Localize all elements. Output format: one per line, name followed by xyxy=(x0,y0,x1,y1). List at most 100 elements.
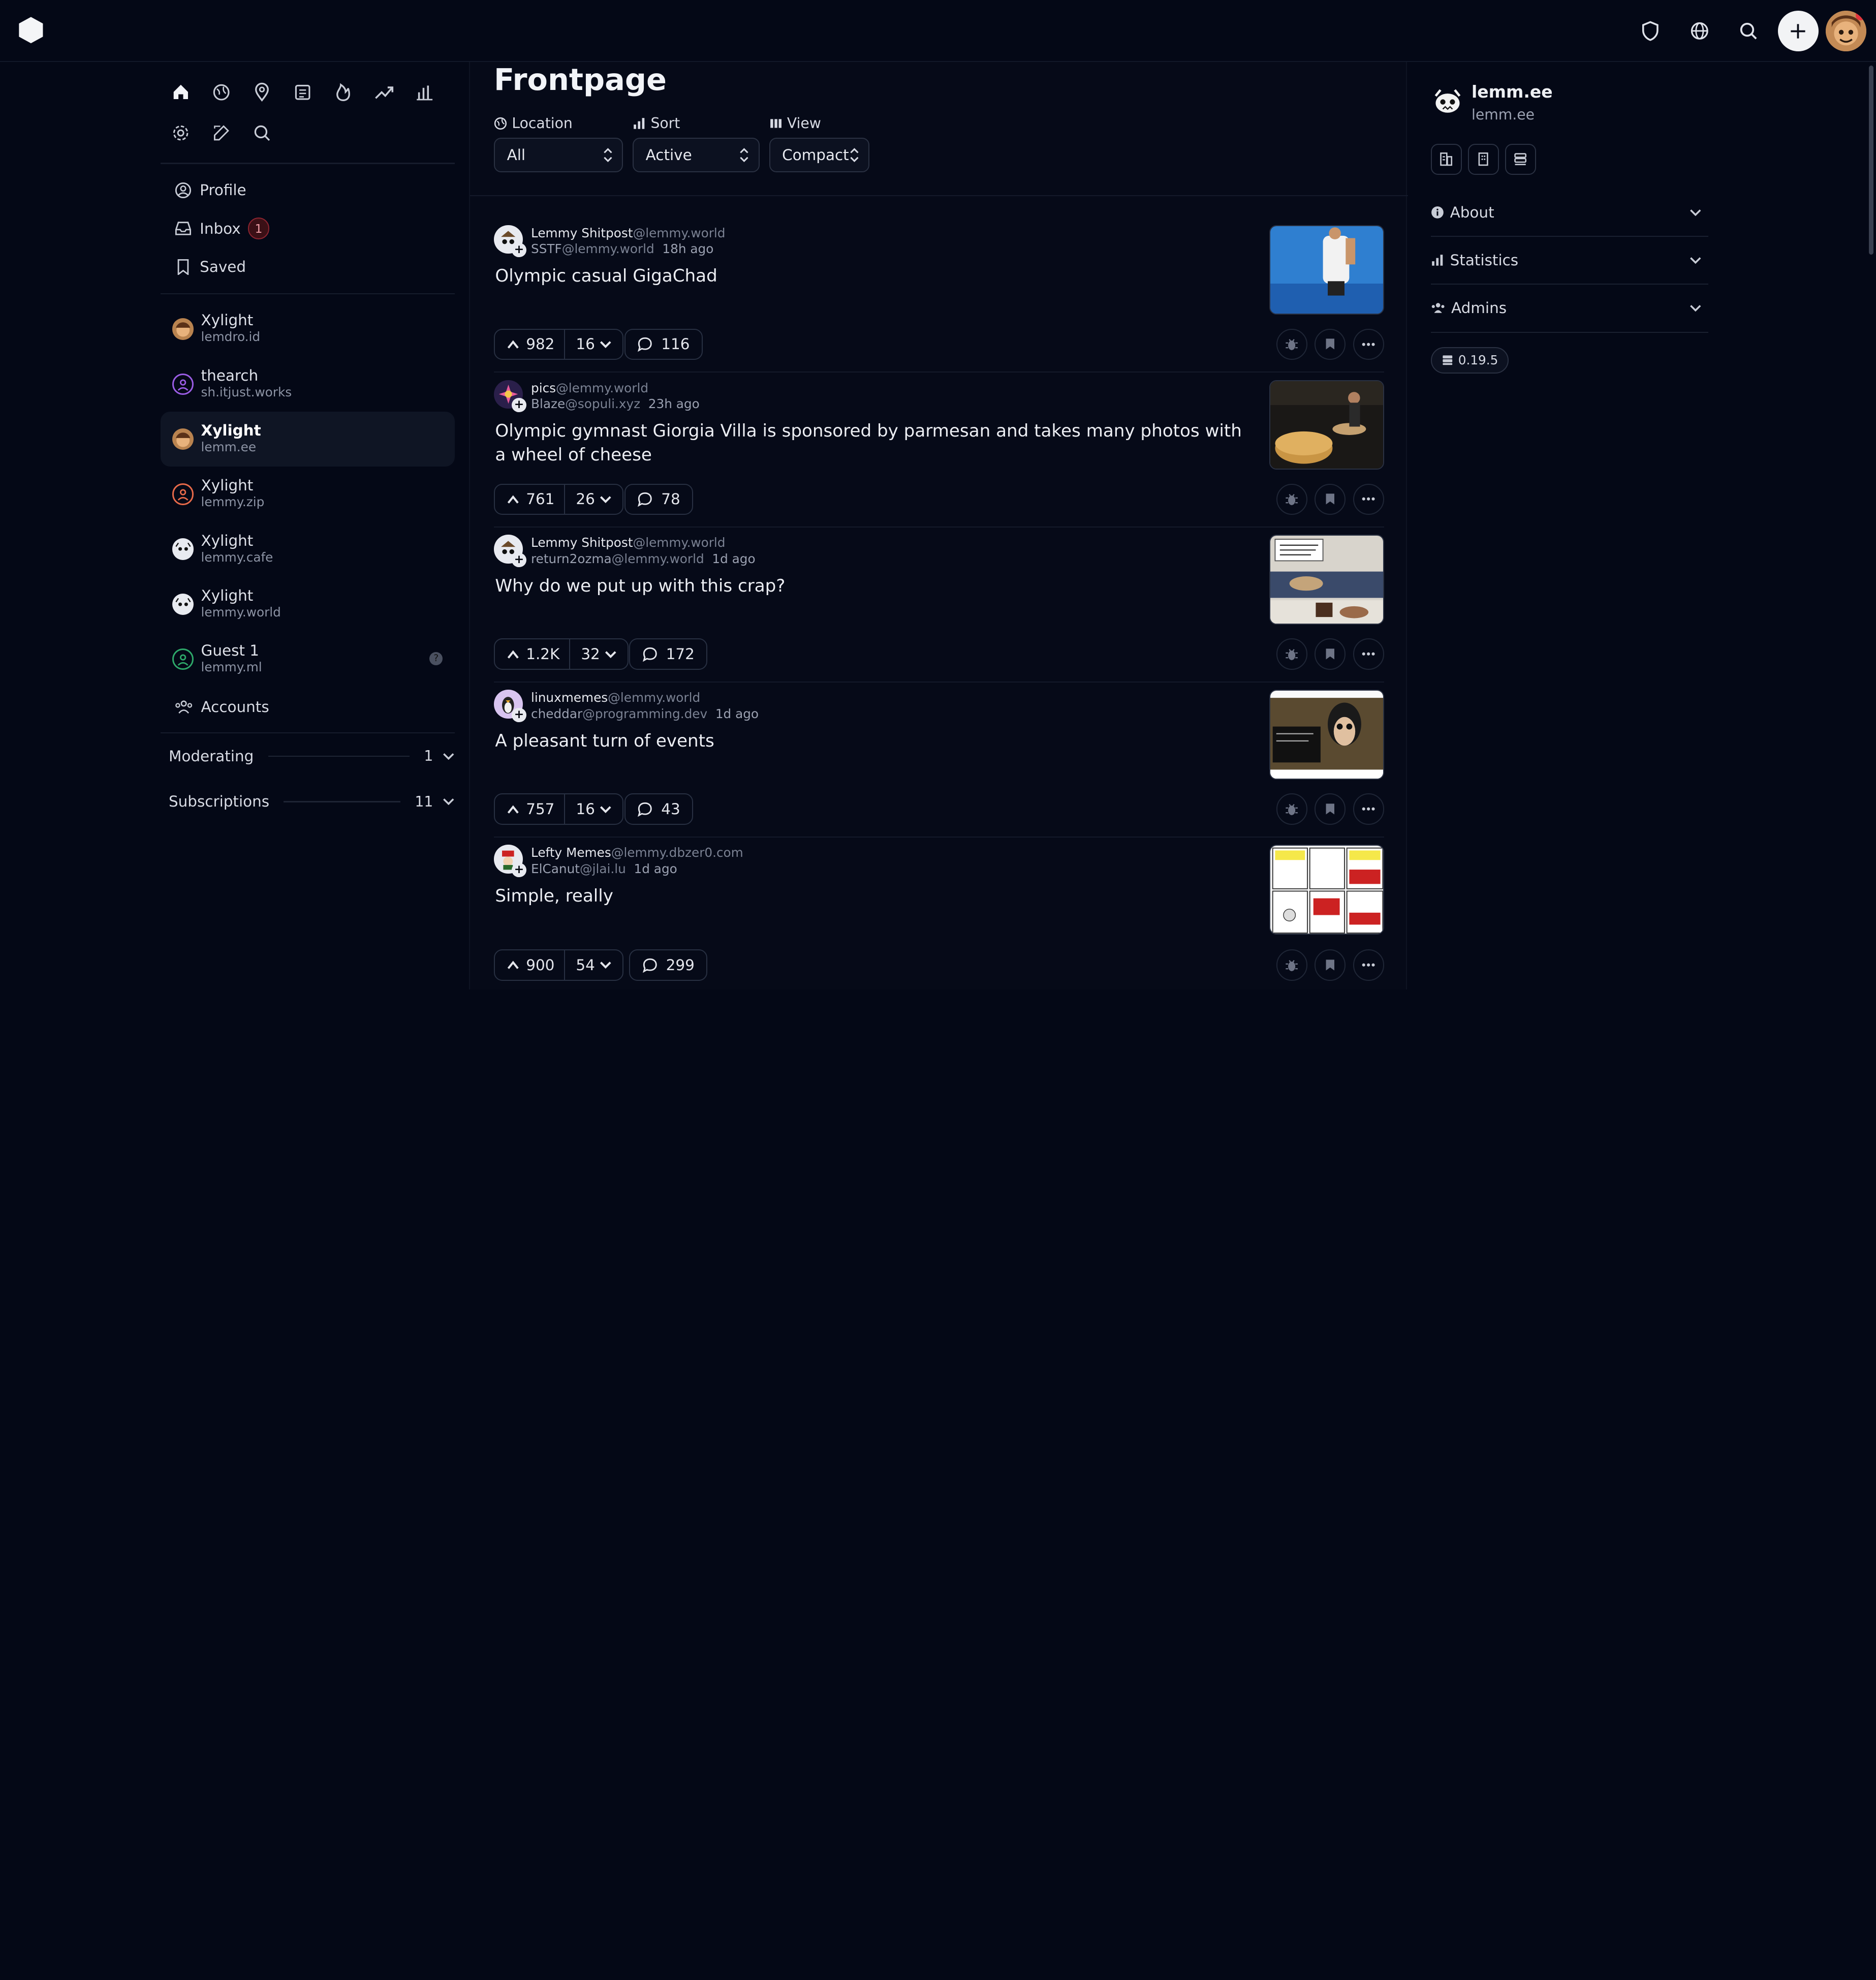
more-icon[interactable] xyxy=(1353,638,1384,670)
community-avatar[interactable]: + xyxy=(494,535,526,567)
location-select[interactable]: All xyxy=(494,137,623,172)
community-name[interactable]: Lemmy Shitpost xyxy=(531,226,633,240)
feed-icon[interactable] xyxy=(283,72,323,112)
creator-name[interactable]: SSTF xyxy=(531,241,562,256)
sidebar-item-profile[interactable]: Profile xyxy=(161,171,455,209)
post-thumbnail[interactable] xyxy=(1269,225,1384,315)
bug-icon[interactable] xyxy=(1276,483,1308,515)
fire-icon[interactable] xyxy=(323,72,364,112)
more-icon[interactable] xyxy=(1353,949,1384,981)
community-name[interactable]: pics xyxy=(531,381,556,395)
creator-name[interactable]: cheddar xyxy=(531,706,582,721)
account-item[interactable]: thearch sh.itjust.works xyxy=(161,357,455,412)
admins-section[interactable]: Admins xyxy=(1430,285,1709,333)
globe-icon[interactable] xyxy=(201,72,242,112)
community-avatar[interactable]: + xyxy=(494,225,526,258)
bug-icon[interactable] xyxy=(1276,793,1308,825)
legal-icon[interactable] xyxy=(1430,143,1462,175)
account-item[interactable]: Xylight lemmy.world xyxy=(161,577,455,632)
post-title[interactable]: A pleasant turn of events xyxy=(495,729,1248,753)
sidebar-item-inbox[interactable]: Inbox 1 xyxy=(161,209,455,248)
downvote-button[interactable]: 32 xyxy=(570,645,628,663)
building-icon[interactable] xyxy=(1467,143,1499,175)
search-icon[interactable] xyxy=(1724,10,1773,53)
upvote-button[interactable]: 757 xyxy=(495,794,566,824)
comments-button[interactable]: 116 xyxy=(624,328,703,360)
post-title[interactable]: Simple, really xyxy=(495,884,1248,908)
upvote-button[interactable]: 900 xyxy=(495,950,566,980)
bookmark-icon[interactable] xyxy=(1315,638,1346,670)
settings-icon[interactable] xyxy=(161,112,201,153)
community-avatar[interactable]: + xyxy=(494,690,526,722)
subscribe-plus-icon[interactable]: + xyxy=(512,397,526,413)
post-thumbnail[interactable] xyxy=(1269,380,1384,470)
subscribe-plus-icon[interactable]: + xyxy=(512,552,526,567)
subscriptions-section[interactable]: Subscriptions 11 xyxy=(161,779,455,824)
bug-icon[interactable] xyxy=(1276,328,1308,360)
page-scrollbar[interactable] xyxy=(1868,66,1874,255)
lemmy-logo-icon[interactable] xyxy=(14,12,48,48)
more-icon[interactable] xyxy=(1353,328,1384,360)
bug-icon[interactable] xyxy=(1276,638,1308,670)
bookmark-icon[interactable] xyxy=(1315,483,1346,515)
search-icon[interactable] xyxy=(242,112,283,153)
bookmark-icon[interactable] xyxy=(1315,793,1346,825)
comments-button[interactable]: 299 xyxy=(629,949,708,981)
subscribe-plus-icon[interactable]: + xyxy=(512,707,526,722)
downvote-button[interactable]: 16 xyxy=(565,335,622,353)
home-icon[interactable] xyxy=(161,72,201,112)
account-item-active[interactable]: Xylight lemm.ee xyxy=(160,411,455,467)
account-item[interactable]: Xylight lemdro.id xyxy=(161,301,455,356)
upvote-button[interactable]: 1.2K xyxy=(495,639,571,669)
post-title[interactable]: Why do we put up with this crap? xyxy=(495,574,1248,598)
comments-button[interactable]: 43 xyxy=(624,793,694,825)
sidebar-item-saved[interactable]: Saved xyxy=(161,248,455,286)
upvote-button[interactable]: 982 xyxy=(495,329,566,359)
statistics-section[interactable]: Statistics xyxy=(1430,237,1709,285)
post-thumbnail[interactable] xyxy=(1269,535,1384,625)
shield-icon[interactable] xyxy=(1626,10,1675,53)
user-avatar[interactable] xyxy=(1825,11,1867,52)
trending-icon[interactable] xyxy=(364,72,404,112)
comments-button[interactable]: 172 xyxy=(629,638,708,670)
subscribe-plus-icon[interactable]: + xyxy=(512,862,526,877)
account-item[interactable]: Xylight lemmy.cafe xyxy=(161,521,455,576)
bug-icon[interactable] xyxy=(1276,949,1308,981)
community-avatar[interactable]: + xyxy=(494,380,526,413)
creator-name[interactable]: Blaze xyxy=(531,396,565,411)
upvote-button[interactable]: 761 xyxy=(495,484,566,514)
globe-icon[interactable] xyxy=(1675,10,1724,53)
chart-icon[interactable] xyxy=(404,72,445,112)
post-thumbnail[interactable] xyxy=(1269,690,1384,780)
account-item[interactable]: Guest 1 lemmy.ml ? xyxy=(161,632,455,687)
sort-select[interactable]: Active xyxy=(633,137,760,172)
edit-icon[interactable] xyxy=(201,112,242,153)
account-item[interactable]: Xylight lemmy.zip xyxy=(161,467,455,521)
bookmark-icon[interactable] xyxy=(1315,328,1346,360)
post-thumbnail[interactable] xyxy=(1269,845,1384,935)
bookmark-icon[interactable] xyxy=(1315,949,1346,981)
create-button[interactable] xyxy=(1777,11,1819,52)
post-title[interactable]: Olympic casual GigaChad xyxy=(495,264,1248,288)
more-icon[interactable] xyxy=(1353,483,1384,515)
subscribe-plus-icon[interactable]: + xyxy=(512,242,526,258)
downvote-button[interactable]: 16 xyxy=(565,800,622,818)
about-section[interactable]: About xyxy=(1430,189,1709,237)
community-avatar[interactable]: + xyxy=(494,845,526,877)
post-title[interactable]: Olympic gymnast Giorgia Villa is sponsor… xyxy=(495,419,1248,467)
more-icon[interactable] xyxy=(1353,793,1384,825)
server-icon[interactable] xyxy=(1505,143,1537,175)
help-icon[interactable]: ? xyxy=(429,652,443,665)
location-icon[interactable] xyxy=(242,72,283,112)
moderating-section[interactable]: Moderating 1 xyxy=(161,733,455,779)
sidebar-item-accounts[interactable]: Accounts xyxy=(161,687,455,727)
creator-name[interactable]: ElCanut xyxy=(531,861,580,876)
community-name[interactable]: Lemmy Shitpost xyxy=(531,535,633,550)
comments-button[interactable]: 78 xyxy=(624,483,694,515)
creator-name[interactable]: return2ozma xyxy=(531,551,612,566)
downvote-button[interactable]: 26 xyxy=(565,490,622,508)
community-name[interactable]: Lefty Memes xyxy=(531,845,611,860)
view-select[interactable]: Compact xyxy=(769,137,870,172)
downvote-button[interactable]: 54 xyxy=(565,956,622,974)
community-name[interactable]: linuxmemes xyxy=(531,690,608,705)
